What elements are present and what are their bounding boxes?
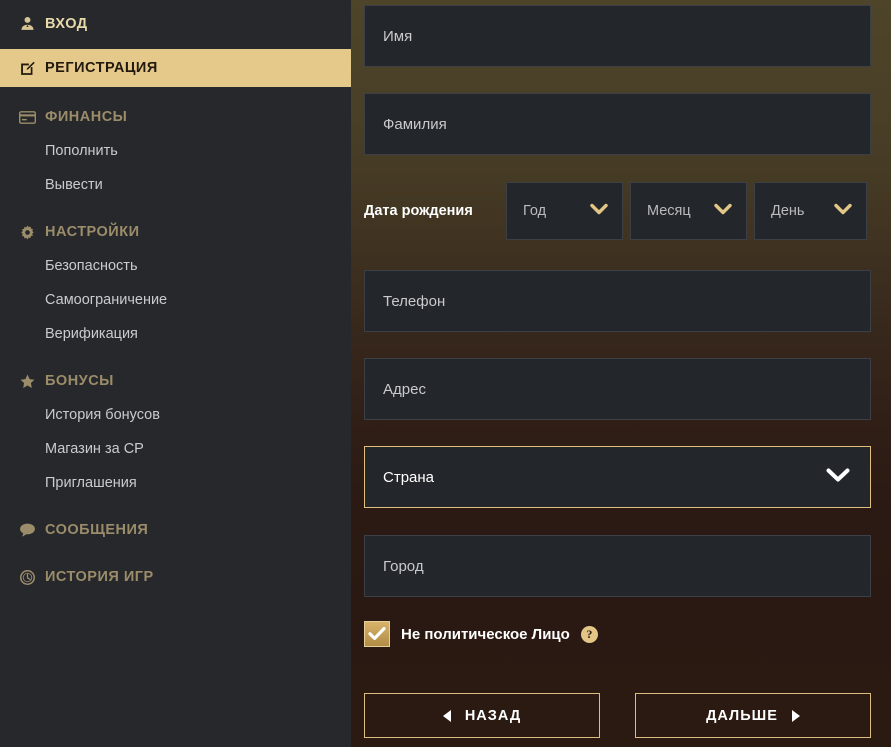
sidebar: ВХОД РЕГИСТРАЦИЯ ФИНАНСЫ Пополнить Вывес… — [0, 0, 351, 747]
sidebar-section-label: СООБЩЕНИЯ — [45, 522, 149, 538]
sidebar-item-registration[interactable]: РЕГИСТРАЦИЯ — [0, 49, 351, 87]
form-actions: НАЗАД ДАЛЬШЕ — [364, 693, 871, 738]
sidebar-item-cp-shop[interactable]: Магазин за CP — [0, 432, 351, 466]
sidebar-item-label: Безопасность — [45, 258, 138, 274]
chevron-down-icon — [714, 203, 732, 219]
sidebar-item-bonus-history[interactable]: История бонусов — [0, 398, 351, 432]
sidebar-item-label: Магазин за CP — [45, 441, 144, 457]
sidebar-item-withdraw[interactable]: Вывести — [0, 168, 351, 202]
sidebar-item-label: Вывести — [45, 177, 103, 193]
arrow-left-icon — [442, 709, 451, 722]
sidebar-item-label: РЕГИСТРАЦИЯ — [45, 60, 158, 76]
sidebar-section-bonuses[interactable]: БОНУСЫ — [0, 364, 351, 398]
sidebar-item-label: Самоограничение — [45, 292, 168, 308]
chevron-down-icon — [826, 468, 850, 487]
registration-screen: ВХОД РЕГИСТРАЦИЯ ФИНАНСЫ Пополнить Вывес… — [0, 0, 891, 747]
sidebar-section-label: ИСТОРИЯ ИГР — [45, 569, 154, 585]
sidebar-item-label: История бонусов — [45, 407, 160, 423]
help-icon[interactable]: ? — [580, 625, 598, 643]
birth-day-select[interactable]: День — [754, 182, 867, 240]
sidebar-section-label: НАСТРОЙКИ — [45, 224, 140, 240]
sidebar-item-deposit[interactable]: Пополнить — [0, 134, 351, 168]
birth-year-placeholder: Год — [523, 203, 547, 219]
back-button-label: НАЗАД — [464, 707, 522, 724]
sidebar-item-label: Пополнить — [45, 143, 118, 159]
star-icon — [18, 372, 36, 390]
sidebar-item-login[interactable]: ВХОД — [0, 0, 351, 47]
sidebar-section-messages[interactable]: СООБЩЕНИЯ — [0, 513, 351, 547]
phone-placeholder: Телефон — [383, 292, 446, 310]
back-button[interactable]: НАЗАД — [364, 693, 600, 738]
user-icon — [18, 15, 36, 33]
card-icon — [18, 108, 36, 126]
next-button-label: ДАЛЬШЕ — [706, 707, 778, 724]
gear-icon — [18, 223, 36, 241]
arrow-right-icon — [791, 709, 800, 722]
sidebar-section-game-history[interactable]: ИСТОРИЯ ИГР — [0, 560, 351, 594]
date-of-birth-label: Дата рождения — [364, 203, 473, 219]
pep-checkbox-label: Не политическое Лицо — [401, 625, 570, 643]
sidebar-item-self-limitation[interactable]: Самоограничение — [0, 283, 351, 317]
city-input[interactable]: Город — [364, 535, 871, 597]
birth-month-placeholder: Месяц — [647, 203, 691, 219]
phone-input[interactable]: Телефон — [364, 270, 871, 332]
registration-form: Имя Фамилия Дата рождения Год Месяц День — [351, 0, 891, 747]
city-placeholder: Город — [383, 557, 424, 575]
sidebar-section-settings[interactable]: НАСТРОЙКИ — [0, 215, 351, 249]
birth-month-select[interactable]: Месяц — [630, 182, 747, 240]
address-input[interactable]: Адрес — [364, 358, 871, 420]
sidebar-item-verification[interactable]: Верификация — [0, 317, 351, 351]
sidebar-section-finance[interactable]: ФИНАНСЫ — [0, 100, 351, 134]
chat-icon — [18, 521, 36, 539]
first-name-input[interactable]: Имя — [364, 5, 871, 67]
last-name-input[interactable]: Фамилия — [364, 93, 871, 155]
country-placeholder: Страна — [383, 468, 435, 486]
sidebar-section-label: ФИНАНСЫ — [45, 109, 128, 125]
birth-day-placeholder: День — [771, 203, 805, 219]
edit-icon — [18, 59, 36, 77]
next-button[interactable]: ДАЛЬШЕ — [635, 693, 871, 738]
sidebar-item-label: ВХОД — [45, 15, 88, 32]
first-name-placeholder: Имя — [383, 27, 413, 45]
sidebar-item-invitations[interactable]: Приглашения — [0, 466, 351, 500]
chevron-down-icon — [590, 203, 608, 219]
chevron-down-icon — [834, 203, 852, 219]
address-placeholder: Адрес — [383, 380, 426, 398]
sidebar-item-label: Приглашения — [45, 475, 137, 491]
clock-icon — [18, 568, 36, 586]
pep-checkbox-row: Не политическое Лицо ? — [364, 621, 598, 647]
last-name-placeholder: Фамилия — [383, 115, 447, 133]
birth-year-select[interactable]: Год — [506, 182, 623, 240]
sidebar-section-label: БОНУСЫ — [45, 373, 114, 389]
pep-checkbox[interactable] — [364, 621, 390, 647]
sidebar-item-label: Верификация — [45, 326, 138, 342]
sidebar-item-security[interactable]: Безопасность — [0, 249, 351, 283]
country-select[interactable]: Страна — [364, 446, 871, 508]
date-of-birth-row: Дата рождения Год Месяц День — [364, 182, 871, 240]
